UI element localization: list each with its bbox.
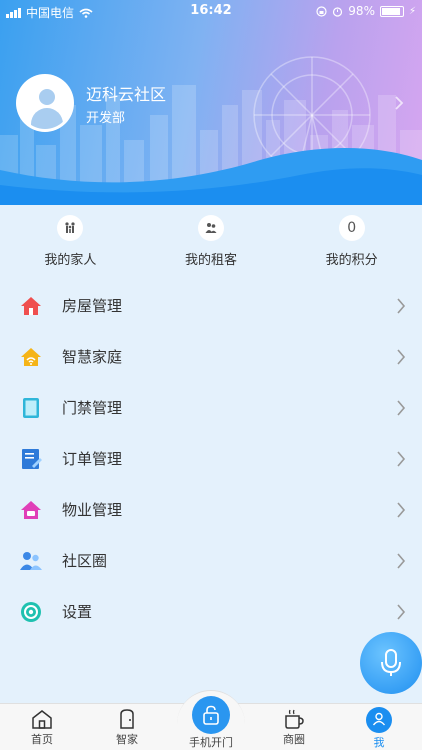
battery-icon	[379, 5, 404, 17]
chevron-right-icon	[397, 349, 406, 365]
smart-home-icon	[21, 347, 41, 366]
community-icon	[20, 551, 42, 570]
profile-name: 迈科云社区	[86, 84, 167, 104]
microphone-icon	[381, 649, 401, 676]
menu-label: 物业管理	[62, 501, 123, 519]
menu-label: 房屋管理	[62, 297, 123, 315]
tab-home[interactable]: 首页	[7, 709, 77, 747]
tab-label: 手机开门	[189, 736, 233, 749]
stats-row: 我的家人 我的租客 0 我的积分	[0, 205, 422, 280]
profile-header: 中国电信 16:42 98% ⚡ 迈科云社区 开发部	[0, 0, 422, 205]
tab-label: 我	[373, 736, 385, 749]
tenant-icon	[198, 215, 224, 241]
house-icon	[21, 296, 41, 315]
menu-label: 门禁管理	[62, 399, 123, 417]
user-icon	[366, 707, 392, 733]
door-access-icon	[23, 397, 39, 418]
stat-family-label: 我的家人	[44, 253, 97, 268]
coffee-cup-icon	[285, 709, 304, 729]
door-icon	[120, 709, 134, 729]
voice-button[interactable]	[360, 632, 422, 694]
menu-label: 设置	[62, 603, 93, 621]
menu-item-house[interactable]: 房屋管理	[0, 280, 422, 331]
tab-me[interactable]: 我	[344, 707, 414, 750]
chevron-right-icon	[397, 604, 406, 620]
menu-item-community[interactable]: 社区圈	[0, 535, 422, 586]
avatar[interactable]	[16, 74, 74, 132]
home-icon	[32, 710, 52, 729]
tab-unlock-door[interactable]: 手机开门	[177, 690, 245, 750]
menu-label: 订单管理	[62, 450, 123, 468]
charging-icon: ⚡	[408, 5, 416, 17]
menu-label: 智慧家庭	[62, 348, 123, 366]
family-icon	[57, 215, 84, 241]
stat-points[interactable]: 0 我的积分	[281, 205, 422, 280]
menu-item-smart-home[interactable]: 智慧家庭	[0, 331, 422, 382]
chevron-right-icon	[397, 298, 406, 314]
profile-department: 开发部	[86, 110, 126, 126]
gear-icon	[21, 601, 41, 622]
stat-tenant[interactable]: 我的租客	[141, 205, 282, 280]
rotation-lock-icon	[316, 5, 327, 17]
stat-tenant-label: 我的租客	[185, 253, 238, 268]
points-value: 0	[338, 215, 365, 241]
tab-label: 智家	[116, 733, 138, 746]
profile-chevron-right-icon[interactable]	[394, 95, 404, 111]
menu-label: 社区圈	[62, 552, 108, 570]
header-wave	[0, 147, 422, 205]
stat-family[interactable]: 我的家人	[0, 205, 141, 280]
tab-business-circle[interactable]: 商圈	[259, 709, 329, 747]
chevron-right-icon	[397, 502, 406, 518]
menu-item-door-access[interactable]: 门禁管理	[0, 382, 422, 433]
chevron-right-icon	[397, 400, 406, 416]
profile-card[interactable]: 迈科云社区 开发部	[16, 74, 166, 132]
order-icon	[22, 448, 42, 469]
chevron-right-icon	[397, 451, 406, 467]
unlock-icon	[192, 696, 230, 734]
menu-list: 房屋管理 智慧家庭 门禁管理 订单管理 物业管理 社区圈 设置	[0, 280, 422, 637]
battery-percent: 98%	[348, 4, 375, 18]
menu-item-property[interactable]: 物业管理	[0, 484, 422, 535]
alarm-icon	[333, 6, 343, 17]
tab-label: 首页	[31, 733, 53, 746]
status-bar: 中国电信 16:42 98% ⚡	[0, 0, 422, 24]
property-icon	[21, 500, 41, 519]
menu-item-order[interactable]: 订单管理	[0, 433, 422, 484]
menu-item-settings[interactable]: 设置	[0, 586, 422, 637]
tab-label: 商圈	[283, 733, 305, 746]
stat-points-label: 我的积分	[325, 253, 378, 268]
tab-smart-home[interactable]: 智家	[92, 709, 162, 747]
chevron-right-icon	[397, 553, 406, 569]
